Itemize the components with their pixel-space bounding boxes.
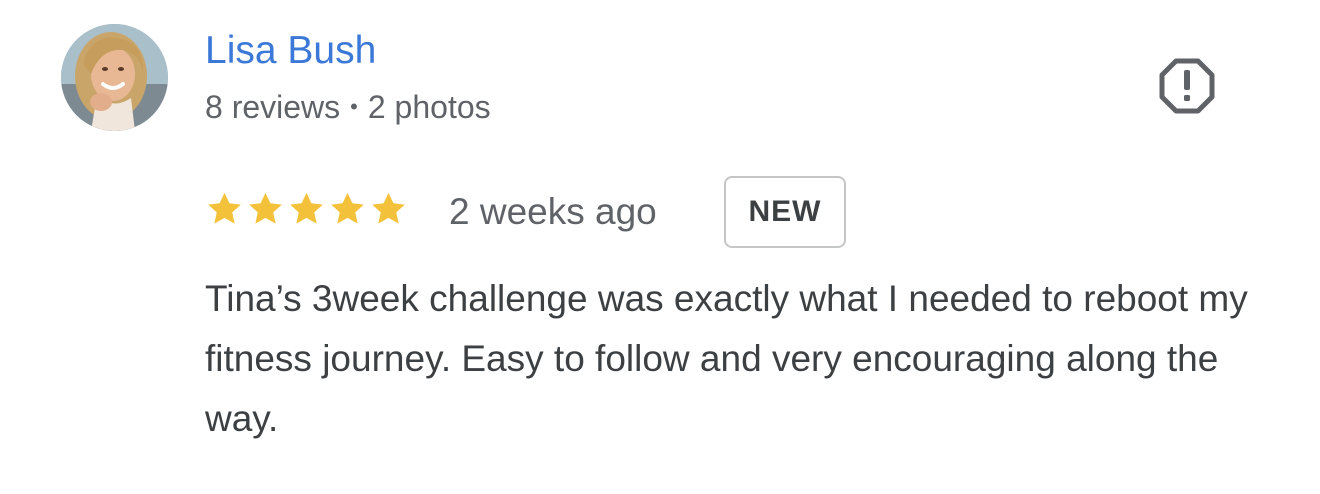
report-button[interactable] (1157, 56, 1217, 116)
star-rating (205, 190, 408, 230)
new-badge: NEW (724, 176, 846, 248)
avatar[interactable] (61, 24, 168, 131)
star-icon (249, 192, 282, 224)
avatar-photo (61, 24, 168, 131)
reviewer-meta: 8 reviews • 2 photos (205, 87, 491, 127)
review-count: 8 reviews (205, 89, 341, 125)
star-icon (372, 192, 405, 224)
review-time: 2 weeks ago (449, 191, 657, 232)
star-icon (290, 192, 323, 224)
review-text: Tina’s 3week challenge was exactly what … (205, 278, 1248, 439)
star-icon (331, 192, 364, 224)
reviewer-name[interactable]: Lisa Bush (205, 28, 376, 74)
meta-separator: • (350, 94, 358, 119)
photo-count: 2 photos (367, 89, 491, 125)
report-icon (1159, 58, 1215, 114)
star-icon (208, 192, 241, 224)
